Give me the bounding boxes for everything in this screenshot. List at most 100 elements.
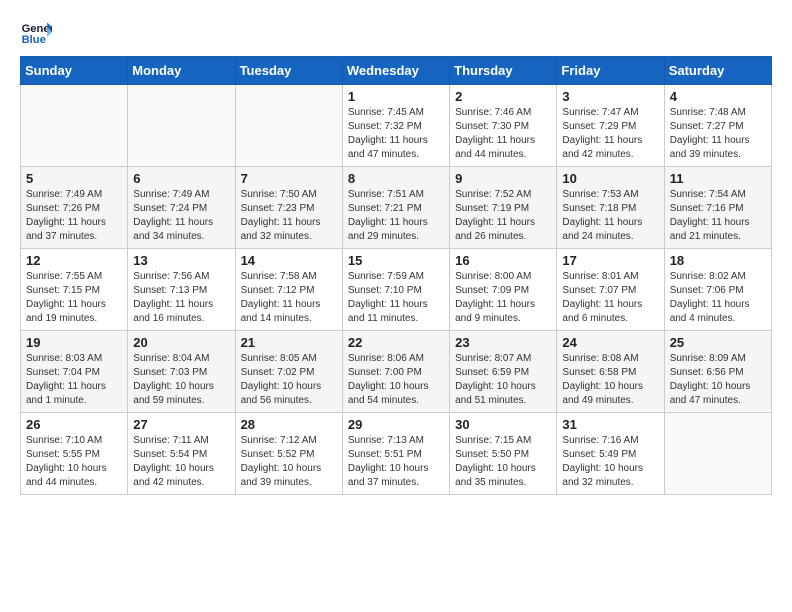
day-number-20: 20 (133, 335, 229, 350)
day-number-3: 3 (562, 89, 658, 104)
day-number-1: 1 (348, 89, 444, 104)
day-cell-22: 22 Sunrise: 8:06 AM Sunset: 7:00 PM Dayli… (342, 331, 449, 413)
day-cell-10: 10 Sunrise: 7:53 AM Sunset: 7:18 PM Dayli… (557, 167, 664, 249)
day-info-7: Sunrise: 7:50 AM Sunset: 7:23 PM Dayligh… (241, 188, 337, 244)
day-cell-25: 25 Sunrise: 8:09 AM Sunset: 6:56 PM Dayli… (664, 331, 771, 413)
calendar: SundayMondayTuesdayWednesdayThursdayFrid… (20, 56, 772, 495)
day-cell-8: 8 Sunrise: 7:51 AM Sunset: 7:21 PM Daylig… (342, 167, 449, 249)
day-cell-21: 21 Sunrise: 8:05 AM Sunset: 7:02 PM Dayli… (235, 331, 342, 413)
day-number-14: 14 (241, 253, 337, 268)
empty-cell (21, 85, 128, 167)
day-number-27: 27 (133, 417, 229, 432)
week-row-4: 26 Sunrise: 7:10 AM Sunset: 5:55 PM Dayli… (21, 413, 772, 495)
day-info-25: Sunrise: 8:09 AM Sunset: 6:56 PM Dayligh… (670, 352, 766, 408)
day-info-30: Sunrise: 7:15 AM Sunset: 5:50 PM Dayligh… (455, 434, 551, 490)
day-info-6: Sunrise: 7:49 AM Sunset: 7:24 PM Dayligh… (133, 188, 229, 244)
svg-text:Blue: Blue (22, 34, 46, 46)
weekday-header-monday: Monday (128, 57, 235, 85)
day-info-20: Sunrise: 8:04 AM Sunset: 7:03 PM Dayligh… (133, 352, 229, 408)
day-cell-20: 20 Sunrise: 8:04 AM Sunset: 7:03 PM Dayli… (128, 331, 235, 413)
week-row-2: 12Sunrise: 7:55 AM Sunset: 7:15 PM Dayli… (21, 249, 772, 331)
day-info-10: Sunrise: 7:53 AM Sunset: 7:18 PM Dayligh… (562, 188, 658, 244)
day-info-22: Sunrise: 8:06 AM Sunset: 7:00 PM Dayligh… (348, 352, 444, 408)
day-info-11: Sunrise: 7:54 AM Sunset: 7:16 PM Dayligh… (670, 188, 766, 244)
day-cell-19: 19 Sunrise: 8:03 AM Sunset: 7:04 PM Dayli… (21, 331, 128, 413)
day-cell-16: 16 Sunrise: 8:00 AM Sunset: 7:09 PM Dayli… (450, 249, 557, 331)
day-cell-5: 5 Sunrise: 7:49 AM Sunset: 7:26 PM Daylig… (21, 167, 128, 249)
week-row-1: 5 Sunrise: 7:49 AM Sunset: 7:26 PM Daylig… (21, 167, 772, 249)
weekday-header-thursday: Thursday (450, 57, 557, 85)
day-info-3: Sunrise: 7:47 AM Sunset: 7:29 PM Dayligh… (562, 106, 658, 162)
day-number-30: 30 (455, 417, 551, 432)
day-number-10: 10 (562, 171, 658, 186)
page-header: General Blue (20, 16, 772, 48)
day-info-13: Sunrise: 7:56 AM Sunset: 7:13 PM Dayligh… (133, 270, 229, 326)
weekday-header-row: SundayMondayTuesdayWednesdayThursdayFrid… (21, 57, 772, 85)
day-number-21: 21 (241, 335, 337, 350)
weekday-header-sunday: Sunday (21, 57, 128, 85)
day-number-4: 4 (670, 89, 766, 104)
day-cell-14: 14Sunrise: 7:58 AM Sunset: 7:12 PM Dayli… (235, 249, 342, 331)
day-number-16: 16 (455, 253, 551, 268)
day-number-19: 19 (26, 335, 122, 350)
day-info-16: Sunrise: 8:00 AM Sunset: 7:09 PM Dayligh… (455, 270, 551, 326)
day-cell-4: 4 Sunrise: 7:48 AM Sunset: 7:27 PM Daylig… (664, 85, 771, 167)
day-number-5: 5 (26, 171, 122, 186)
day-number-11: 11 (670, 171, 766, 186)
day-number-7: 7 (241, 171, 337, 186)
day-number-13: 13 (133, 253, 229, 268)
logo-icon: General Blue (20, 16, 52, 48)
day-cell-11: 11 Sunrise: 7:54 AM Sunset: 7:16 PM Dayli… (664, 167, 771, 249)
day-info-17: Sunrise: 8:01 AM Sunset: 7:07 PM Dayligh… (562, 270, 658, 326)
week-row-3: 19 Sunrise: 8:03 AM Sunset: 7:04 PM Dayli… (21, 331, 772, 413)
day-number-18: 18 (670, 253, 766, 268)
weekday-header-wednesday: Wednesday (342, 57, 449, 85)
day-info-26: Sunrise: 7:10 AM Sunset: 5:55 PM Dayligh… (26, 434, 122, 490)
day-cell-12: 12Sunrise: 7:55 AM Sunset: 7:15 PM Dayli… (21, 249, 128, 331)
weekday-header-saturday: Saturday (664, 57, 771, 85)
day-info-24: Sunrise: 8:08 AM Sunset: 6:58 PM Dayligh… (562, 352, 658, 408)
day-cell-15: 15Sunrise: 7:59 AM Sunset: 7:10 PM Dayli… (342, 249, 449, 331)
day-info-23: Sunrise: 8:07 AM Sunset: 6:59 PM Dayligh… (455, 352, 551, 408)
day-cell-3: 3 Sunrise: 7:47 AM Sunset: 7:29 PM Daylig… (557, 85, 664, 167)
day-info-9: Sunrise: 7:52 AM Sunset: 7:19 PM Dayligh… (455, 188, 551, 244)
day-cell-13: 13 Sunrise: 7:56 AM Sunset: 7:13 PM Dayli… (128, 249, 235, 331)
day-info-4: Sunrise: 7:48 AM Sunset: 7:27 PM Dayligh… (670, 106, 766, 162)
day-number-6: 6 (133, 171, 229, 186)
day-info-2: Sunrise: 7:46 AM Sunset: 7:30 PM Dayligh… (455, 106, 551, 162)
day-cell-27: 27 Sunrise: 7:11 AM Sunset: 5:54 PM Dayli… (128, 413, 235, 495)
day-cell-26: 26 Sunrise: 7:10 AM Sunset: 5:55 PM Dayli… (21, 413, 128, 495)
day-info-28: Sunrise: 7:12 AM Sunset: 5:52 PM Dayligh… (241, 434, 337, 490)
weekday-header-friday: Friday (557, 57, 664, 85)
day-cell-17: 17Sunrise: 8:01 AM Sunset: 7:07 PM Dayli… (557, 249, 664, 331)
day-number-23: 23 (455, 335, 551, 350)
empty-cell (235, 85, 342, 167)
day-number-26: 26 (26, 417, 122, 432)
day-number-25: 25 (670, 335, 766, 350)
day-info-1: Sunrise: 7:45 AM Sunset: 7:32 PM Dayligh… (348, 106, 444, 162)
day-info-19: Sunrise: 8:03 AM Sunset: 7:04 PM Dayligh… (26, 352, 122, 408)
day-cell-2: 2 Sunrise: 7:46 AM Sunset: 7:30 PM Daylig… (450, 85, 557, 167)
day-cell-24: 24 Sunrise: 8:08 AM Sunset: 6:58 PM Dayli… (557, 331, 664, 413)
day-info-27: Sunrise: 7:11 AM Sunset: 5:54 PM Dayligh… (133, 434, 229, 490)
week-row-0: 1 Sunrise: 7:45 AM Sunset: 7:32 PM Daylig… (21, 85, 772, 167)
day-cell-31: 31Sunrise: 7:16 AM Sunset: 5:49 PM Dayli… (557, 413, 664, 495)
day-number-22: 22 (348, 335, 444, 350)
day-number-29: 29 (348, 417, 444, 432)
day-info-18: Sunrise: 8:02 AM Sunset: 7:06 PM Dayligh… (670, 270, 766, 326)
day-cell-6: 6 Sunrise: 7:49 AM Sunset: 7:24 PM Daylig… (128, 167, 235, 249)
weekday-header-tuesday: Tuesday (235, 57, 342, 85)
day-cell-23: 23 Sunrise: 8:07 AM Sunset: 6:59 PM Dayli… (450, 331, 557, 413)
day-info-8: Sunrise: 7:51 AM Sunset: 7:21 PM Dayligh… (348, 188, 444, 244)
day-number-2: 2 (455, 89, 551, 104)
day-info-15: Sunrise: 7:59 AM Sunset: 7:10 PM Dayligh… (348, 270, 444, 326)
day-cell-29: 29 Sunrise: 7:13 AM Sunset: 5:51 PM Dayli… (342, 413, 449, 495)
day-info-12: Sunrise: 7:55 AM Sunset: 7:15 PM Dayligh… (26, 270, 122, 326)
day-info-5: Sunrise: 7:49 AM Sunset: 7:26 PM Dayligh… (26, 188, 122, 244)
day-number-8: 8 (348, 171, 444, 186)
day-number-24: 24 (562, 335, 658, 350)
logo: General Blue (20, 16, 56, 48)
empty-cell (128, 85, 235, 167)
day-info-21: Sunrise: 8:05 AM Sunset: 7:02 PM Dayligh… (241, 352, 337, 408)
day-info-29: Sunrise: 7:13 AM Sunset: 5:51 PM Dayligh… (348, 434, 444, 490)
